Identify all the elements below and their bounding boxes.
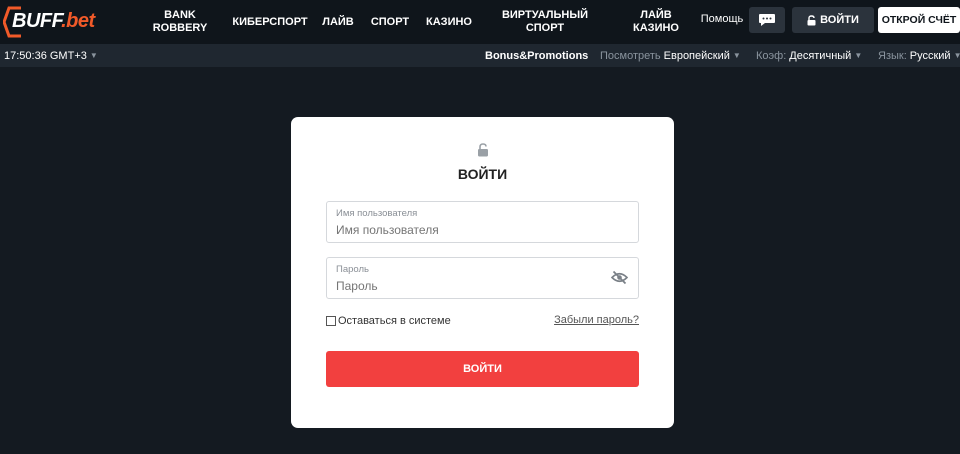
- login-card: ВОЙТИ Имя пользователя Пароль Оставаться…: [291, 117, 674, 428]
- clock-timezone[interactable]: 17:50:36 GMT+3 ▼: [4, 44, 98, 67]
- chat-button[interactable]: [749, 7, 785, 33]
- password-field[interactable]: Пароль: [326, 257, 639, 299]
- settings-bar: 17:50:36 GMT+3 ▼ Bonus&Promotions Посмот…: [0, 44, 960, 67]
- remember-me-label: Оставаться в системе: [338, 315, 451, 327]
- clock-time: 17:50:36 GMT+3: [4, 49, 87, 62]
- view-selector[interactable]: Посмотреть Европейский ▼: [600, 44, 741, 67]
- odds-selector[interactable]: Коэф: Десятичный ▼: [756, 44, 862, 67]
- language-value: Русский: [909, 49, 951, 62]
- help-link[interactable]: Помощь: [700, 0, 744, 38]
- login-button-label: ВОЙТИ: [820, 14, 859, 26]
- language-label: Язык:: [878, 49, 907, 62]
- lock-icon: [807, 14, 816, 25]
- remember-me-checkbox[interactable]: [326, 316, 336, 326]
- language-selector[interactable]: Язык: Русский ▼: [878, 44, 960, 67]
- chevron-down-icon: ▼: [953, 51, 960, 60]
- nav-virtual-sport[interactable]: ВИРТУАЛЬНЫЙ СПОРТ: [500, 0, 590, 44]
- password-label: Пароль: [336, 264, 369, 275]
- chevron-down-icon: ▼: [89, 51, 98, 60]
- buffbet-logo[interactable]: BUFF.bet: [3, 4, 99, 40]
- username-input[interactable]: [336, 223, 596, 237]
- view-value: Европейский: [663, 49, 730, 62]
- chat-bubble-icon: [759, 14, 775, 26]
- nav-sport[interactable]: СПОРТ: [368, 0, 412, 44]
- odds-label: Коэф:: [756, 49, 787, 62]
- logo-text: BUFF.bet: [12, 10, 95, 32]
- nav-casino[interactable]: КАЗИНО: [423, 0, 475, 44]
- username-label: Имя пользователя: [336, 208, 418, 219]
- login-title: ВОЙТИ: [457, 166, 508, 182]
- remember-me[interactable]: Оставаться в системе: [326, 314, 451, 328]
- register-button[interactable]: ОТКРОЙ СЧЁТ: [878, 7, 960, 33]
- bonus-promotions-link[interactable]: Bonus&Promotions: [485, 44, 588, 67]
- view-label: Посмотреть: [600, 49, 661, 62]
- odds-value: Десятичный: [789, 49, 852, 62]
- forgot-password-link[interactable]: Забыли пароль?: [554, 314, 639, 326]
- eye-slash-icon[interactable]: [611, 270, 628, 285]
- nav-esports[interactable]: КИБЕРСПОРТ: [232, 0, 308, 44]
- nav-live[interactable]: ЛАЙВ: [320, 0, 356, 44]
- nav-bank-robbery[interactable]: BANK ROBBERY: [148, 0, 212, 44]
- chevron-down-icon: ▼: [854, 51, 863, 60]
- unlock-icon: [478, 143, 488, 157]
- login-button[interactable]: ВОЙТИ: [792, 7, 874, 33]
- username-field[interactable]: Имя пользователя: [326, 201, 639, 243]
- chevron-down-icon: ▼: [732, 51, 741, 60]
- login-submit-button[interactable]: ВОЙТИ: [326, 351, 639, 387]
- nav-live-casino[interactable]: ЛАЙВ КАЗИНО: [628, 0, 684, 44]
- top-navigation-bar: BUFF.bet BANK ROBBERY КИБЕРСПОРТ ЛАЙВ СП…: [0, 0, 960, 44]
- password-input[interactable]: [336, 279, 596, 293]
